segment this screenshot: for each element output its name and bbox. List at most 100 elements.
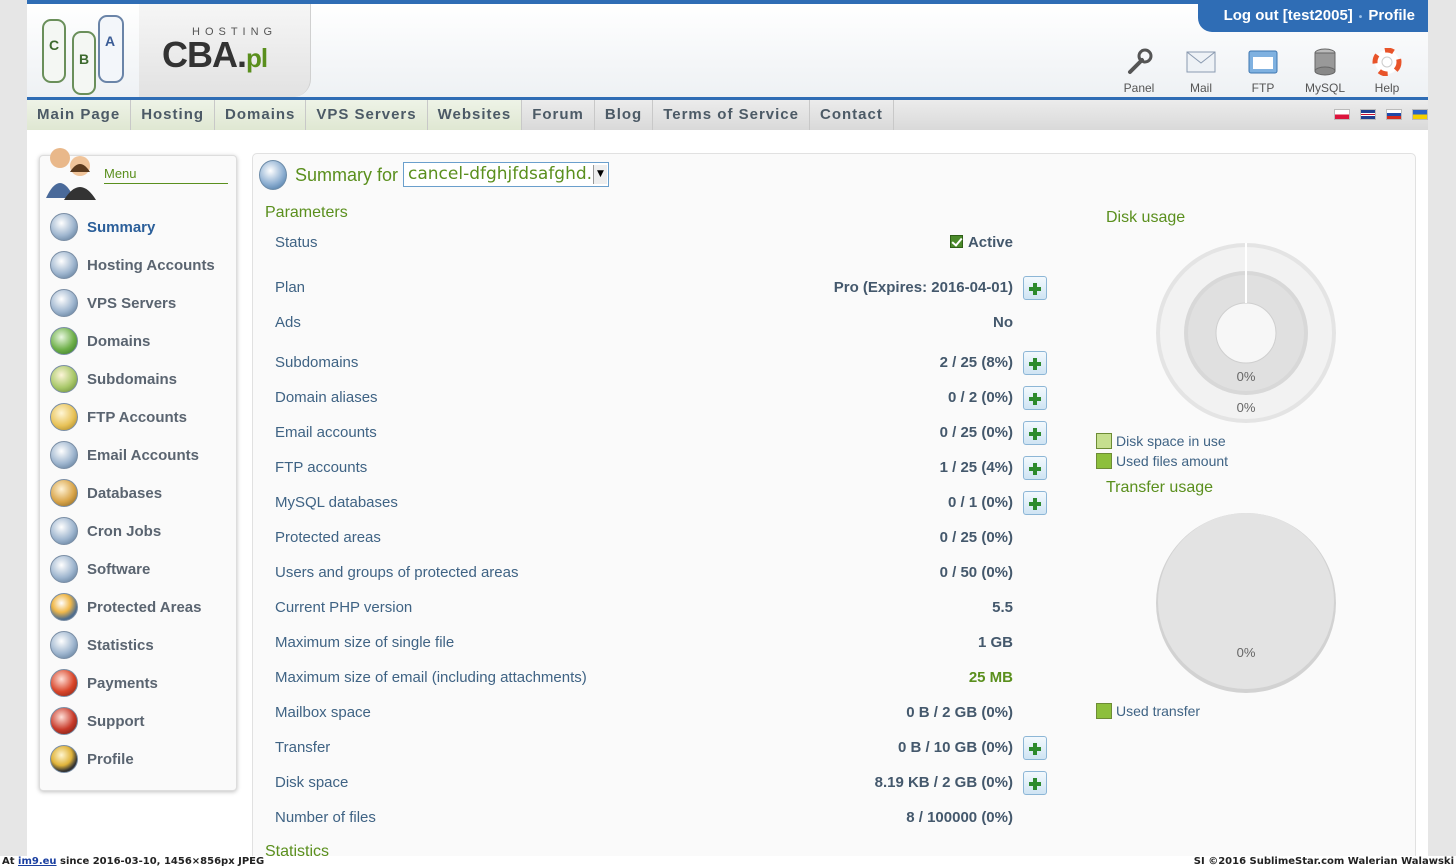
sidebar-item-databases[interactable]: Databases (50, 474, 215, 512)
summary-icon (259, 160, 287, 190)
brand-logo-text[interactable]: CBA.pl (162, 34, 268, 76)
param-label: Current PHP version (275, 599, 413, 616)
disk-usage-chart: 0% 0% (1156, 243, 1336, 423)
param-row-protected-areas: Protected areas 0 / 25 (0%) (275, 528, 1065, 563)
nav-terms-of-service[interactable]: Terms of Service (653, 100, 810, 130)
clock-icon (50, 517, 78, 545)
param-row-status: Status Active (275, 233, 1065, 268)
tool-label: Mail (1189, 81, 1212, 95)
sidebar-item-label: Email Accounts (87, 446, 199, 464)
sidebar-item-support[interactable]: Support (50, 702, 215, 740)
param-value: 8 / 100000 (0%) (906, 809, 1013, 826)
param-label: Number of files (275, 809, 376, 826)
legend-label: Disk space in use (1116, 433, 1226, 449)
add-plan-button[interactable] (1023, 276, 1047, 300)
sidebar-item-cron-jobs[interactable]: Cron Jobs (50, 512, 215, 550)
sidebar-item-ftp-accounts[interactable]: FTP Accounts (50, 398, 215, 436)
sidebar-item-summary[interactable]: Summary (50, 208, 215, 246)
param-label: Email accounts (275, 424, 377, 441)
tool-ftp[interactable]: FTP (1232, 48, 1294, 95)
add-email-accounts-button[interactable] (1023, 421, 1047, 445)
param-label: Ads (275, 314, 301, 331)
profile-person-icon (50, 745, 78, 773)
param-label: MySQL databases (275, 494, 398, 511)
param-label: Status (275, 234, 318, 251)
sidebar-item-label: Databases (87, 484, 163, 502)
nav-forum[interactable]: Forum (522, 100, 595, 130)
add-mysql-databases-button[interactable] (1023, 491, 1047, 515)
sidebar-item-label: Subdomains (87, 370, 178, 388)
param-row-ftp-accounts: FTP accounts 1 / 25 (4%) (275, 456, 1065, 493)
sidebar-item-vps-servers[interactable]: VPS Servers (50, 284, 215, 322)
param-label: Maximum size of single file (275, 634, 455, 651)
nav-vps-servers[interactable]: VPS Servers (306, 100, 428, 130)
flag-ua-icon[interactable] (1412, 109, 1428, 120)
language-flags (1334, 109, 1428, 120)
add-transfer-button[interactable] (1023, 736, 1047, 760)
globe-icon (50, 327, 78, 355)
param-label: Plan (275, 279, 306, 296)
footer-prefix: At (2, 856, 19, 867)
legend-swatch (1096, 703, 1112, 719)
tool-mail[interactable]: Mail (1170, 48, 1232, 95)
add-domain-aliases-button[interactable] (1023, 386, 1047, 410)
flag-pl-icon[interactable] (1334, 109, 1350, 120)
nav-main-page[interactable]: Main Page (27, 100, 132, 130)
dollar-icon (50, 669, 78, 697)
param-value: No (993, 314, 1013, 331)
transfer-label: 0% (1237, 645, 1256, 660)
add-disk-space-button[interactable] (1023, 771, 1047, 795)
sidebar-item-email-accounts[interactable]: Email Accounts (50, 436, 215, 474)
nav-hosting[interactable]: Hosting (131, 100, 216, 130)
tool-mysql[interactable]: MySQL (1294, 48, 1356, 95)
param-label: Domain aliases (275, 389, 378, 406)
flag-ru-icon[interactable] (1386, 109, 1402, 120)
sidebar-item-label: Support (87, 712, 145, 730)
sidebar-item-protected-areas[interactable]: Protected Areas (50, 588, 215, 626)
sidebar-item-software[interactable]: Software (50, 550, 215, 588)
sidebar-item-payments[interactable]: Payments (50, 664, 215, 702)
sidebar-item-label: Protected Areas (87, 598, 202, 616)
nav-websites[interactable]: Websites (427, 100, 523, 130)
tool-help[interactable]: Help (1356, 47, 1418, 95)
sidebar-title: Menu (104, 166, 228, 184)
tool-panel[interactable]: Panel (1108, 48, 1170, 95)
nav-domains[interactable]: Domains (215, 100, 307, 130)
cba-logo-icon[interactable]: C B A (37, 10, 132, 96)
disk-outer-label: 0% (1237, 400, 1256, 415)
sidebar-item-domains[interactable]: Domains (50, 322, 215, 360)
sidebar-item-statistics[interactable]: Statistics (50, 626, 215, 664)
svg-text:C: C (49, 37, 59, 53)
param-row-php-version: Current PHP version 5.5 (275, 598, 1065, 633)
param-label: FTP accounts (275, 459, 368, 476)
logout-link[interactable]: Log out [test2005] (1224, 7, 1353, 24)
sidebar-item-profile[interactable]: Profile (50, 740, 215, 778)
sidebar-item-subdomains[interactable]: Subdomains (50, 360, 215, 398)
param-value: 0 / 2 (0%) (947, 389, 1013, 406)
nav-blog[interactable]: Blog (595, 100, 654, 130)
param-value: 8.19 KB / 2 GB (0%) (874, 774, 1013, 791)
param-label: Transfer (275, 739, 331, 756)
sidebar-item-hosting-accounts[interactable]: Hosting Accounts (50, 246, 215, 284)
param-value: 25 MB (968, 669, 1013, 686)
legend-disk-space: Disk space in use (1096, 433, 1226, 449)
im9-link[interactable]: im9.eu (18, 856, 57, 867)
profile-link[interactable]: Profile (1368, 7, 1415, 24)
add-subdomains-button[interactable] (1023, 351, 1047, 375)
brand-suffix: pl (246, 43, 268, 73)
page: C B A HOSTING CBA.pl Log out [test2005] •… (27, 0, 1428, 856)
account-select[interactable]: cancel-dfghjfdsafghd. ▼ (403, 162, 609, 187)
legend-swatch (1096, 453, 1112, 469)
sidebar-item-label: FTP Accounts (87, 408, 188, 426)
disk-hole (1215, 302, 1277, 364)
param-value: 0 / 1 (0%) (947, 494, 1013, 511)
param-row-mailbox-space: Mailbox space 0 B / 2 GB (0%) (275, 703, 1065, 738)
param-value: 1 / 25 (4%) (939, 459, 1013, 476)
param-value: 0 / 50 (0%) (939, 564, 1013, 581)
param-label: Protected areas (275, 529, 381, 546)
add-ftp-accounts-button[interactable] (1023, 456, 1047, 480)
sidebar-item-label: Summary (87, 218, 156, 236)
flag-uk-icon[interactable] (1360, 109, 1376, 120)
legend-used-transfer: Used transfer (1096, 703, 1200, 719)
nav-contact[interactable]: Contact (810, 100, 894, 130)
